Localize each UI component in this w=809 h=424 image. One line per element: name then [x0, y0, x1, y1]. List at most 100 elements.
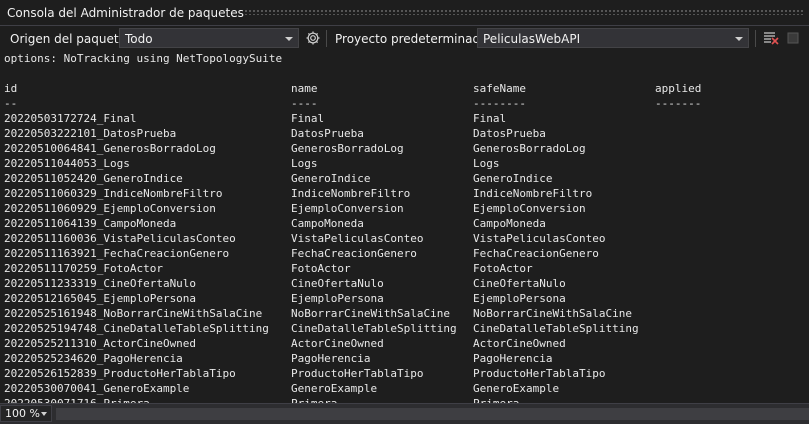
migration-id: 20220511233319_CineOfertaNulo [4, 277, 197, 290]
table-row: 20220530071716_Primera Primera Primera [0, 396, 809, 403]
package-source-dropdown[interactable]: Todo [119, 28, 299, 48]
migration-name: DatosPrueba [291, 127, 364, 140]
table-row: 20220530070041_GeneroExample GeneroExampl… [0, 381, 809, 396]
migration-name: Final [291, 112, 325, 125]
gear-icon[interactable] [305, 28, 321, 48]
migration-name: CampoMoneda [291, 217, 364, 230]
migration-id: 20220526152839_ProductoHerTablaTipo [4, 367, 236, 380]
drag-grip[interactable] [244, 9, 803, 15]
migration-id: 20220511064139_CampoMoneda [4, 217, 177, 230]
zoom-value: 100 % [5, 407, 40, 420]
migration-id: 20220525161948_NoBorrarCineWithSalaCine [4, 307, 263, 320]
migration-safename: Logs [473, 157, 500, 170]
migration-safename: PagoHerencia [473, 352, 553, 365]
table-header-underline: -- ---- -------- ------- [0, 96, 809, 111]
column-header-id: id [4, 82, 18, 95]
migration-safename: ProductoHerTablaTipo [473, 367, 606, 380]
table-row: 20220526152839_ProductoHerTablaTipo Produ… [0, 366, 809, 381]
zoom-dropdown[interactable]: 100 % [0, 405, 52, 422]
table-header-row: id name safeName applied [0, 81, 809, 96]
migration-safename: CineDatalleTableSplitting [473, 322, 639, 335]
toolbar-separator [755, 30, 756, 47]
column-header-applied: applied [655, 82, 702, 95]
migration-id: 20220511052420_GeneroIndice [4, 172, 183, 185]
table-row: 20220525194748_CineDatalleTableSplitting… [0, 321, 809, 336]
table-row: 20220512165045_EjemploPersona EjemploPers… [0, 291, 809, 306]
migration-name: NoBorrarCineWithSalaCine [291, 307, 450, 320]
migration-name: Primera [291, 396, 337, 403]
table-row: 20220510064841_GenerosBorradoLog GenerosB… [0, 141, 809, 156]
migration-id: 20220503172724_Final [4, 112, 137, 125]
migration-name: FechaCreacionGenero [291, 247, 417, 260]
migration-id: 20220525234620_PagoHerencia [4, 352, 183, 365]
migration-name: CineDatalleTableSplitting [291, 322, 457, 335]
migration-safename: CineOfertaNulo [473, 277, 566, 290]
table-row: 20220511060929_EjemploConversion EjemploC… [0, 201, 809, 216]
migration-safename: EjemploPersona [473, 292, 566, 305]
migration-id: 20220511163921_FechaCreacionGenero [4, 247, 230, 260]
chevron-down-icon [41, 412, 47, 416]
migration-id: 20220511060929_EjemploConversion [4, 202, 216, 215]
underline-id: -- [4, 97, 18, 110]
migration-safename: EjemploConversion [473, 202, 586, 215]
table-row: 20220511160036_VistaPeliculasConteo Vista… [0, 231, 809, 246]
migration-safename: CampoMoneda [473, 217, 546, 230]
column-header-name: name [291, 82, 318, 95]
migration-name: ActorCineOwned [291, 337, 384, 350]
clear-console-icon[interactable] [762, 28, 780, 48]
migration-id: 20220510064841_GenerosBorradoLog [4, 142, 216, 155]
table-row: 20220525234620_PagoHerencia PagoHerencia P… [0, 351, 809, 366]
horizontal-scrollbar[interactable] [56, 408, 809, 420]
table-row: 20220511170259_FotoActor FotoActor FotoAct… [0, 261, 809, 276]
table-row: 20220511052420_GeneroIndice GeneroIndice G… [0, 171, 809, 186]
toolbar-separator [326, 30, 327, 47]
migration-safename: DatosPrueba [473, 127, 546, 140]
migration-safename: NoBorrarCineWithSalaCine [473, 307, 632, 320]
migration-name: IndiceNombreFiltro [291, 187, 411, 200]
underline-name: ---- [291, 97, 318, 110]
migration-safename: GenerosBorradoLog [473, 142, 586, 155]
tool-window-titlebar: Consola del Administrador de paquetes [0, 0, 809, 26]
table-row: 20220511064139_CampoMoneda CampoMoneda Cam… [0, 216, 809, 231]
migration-name: ProductoHerTablaTipo [291, 367, 424, 380]
migration-safename: GeneroIndice [473, 172, 553, 185]
table-row: 20220525211310_ActorCineOwned ActorCineOw… [0, 336, 809, 351]
migration-name: FotoActor [291, 262, 351, 275]
underline-applied: ------- [655, 97, 702, 110]
migration-id: 20220511044053_Logs [4, 157, 130, 170]
migration-safename: VistaPeliculasConteo [473, 232, 606, 245]
migration-name: GeneroIndice [291, 172, 371, 185]
table-row: 20220511060329_IndiceNombreFiltro IndiceN… [0, 186, 809, 201]
migration-id: 20220511060329_IndiceNombreFiltro [4, 187, 223, 200]
package-source-value: Todo [125, 32, 153, 46]
stop-icon[interactable] [786, 28, 800, 48]
table-row: 20220503222101_DatosPrueba DatosPrueba Dat… [0, 126, 809, 141]
migration-id: 20220525194748_CineDatalleTableSplitting [4, 322, 269, 335]
migration-id: 20220525211310_ActorCineOwned [4, 337, 197, 350]
table-row: 20220511163921_FechaCreacionGenero FechaC… [0, 246, 809, 261]
migration-name: VistaPeliculasConteo [291, 232, 424, 245]
migration-safename: Primera [473, 396, 519, 403]
default-project-label: Proyecto predeterminado: [335, 32, 492, 46]
migration-name: PagoHerencia [291, 352, 371, 365]
migration-safename: Final [473, 112, 507, 125]
table-row: 20220511233319_CineOfertaNulo CineOfertaN… [0, 276, 809, 291]
migration-safename: FechaCreacionGenero [473, 247, 599, 260]
migration-name: EjemploConversion [291, 202, 404, 215]
console-toolbar: Origen del paquete: Todo Proyecto predet… [0, 26, 809, 51]
migration-safename: IndiceNombreFiltro [473, 187, 593, 200]
migration-id: 20220503222101_DatosPrueba [4, 127, 177, 140]
migration-safename: ActorCineOwned [473, 337, 566, 350]
console-output[interactable]: options: NoTracking using NetTopologySui… [0, 51, 809, 403]
migration-id: 20220512165045_EjemploPersona [4, 292, 197, 305]
column-header-safename: safeName [473, 82, 526, 95]
migration-name: Logs [291, 157, 318, 170]
migration-name: EjemploPersona [291, 292, 384, 305]
default-project-dropdown[interactable]: PeliculasWebAPI [477, 28, 749, 48]
underline-safename: -------- [473, 97, 526, 110]
table-row: 20220511044053_Logs Logs Logs [0, 156, 809, 171]
migration-name: CineOfertaNulo [291, 277, 384, 290]
console-options-line: options: NoTracking using NetTopologySui… [4, 52, 283, 65]
migration-id: 20220511160036_VistaPeliculasConteo [4, 232, 236, 245]
default-project-value: PeliculasWebAPI [483, 32, 581, 46]
